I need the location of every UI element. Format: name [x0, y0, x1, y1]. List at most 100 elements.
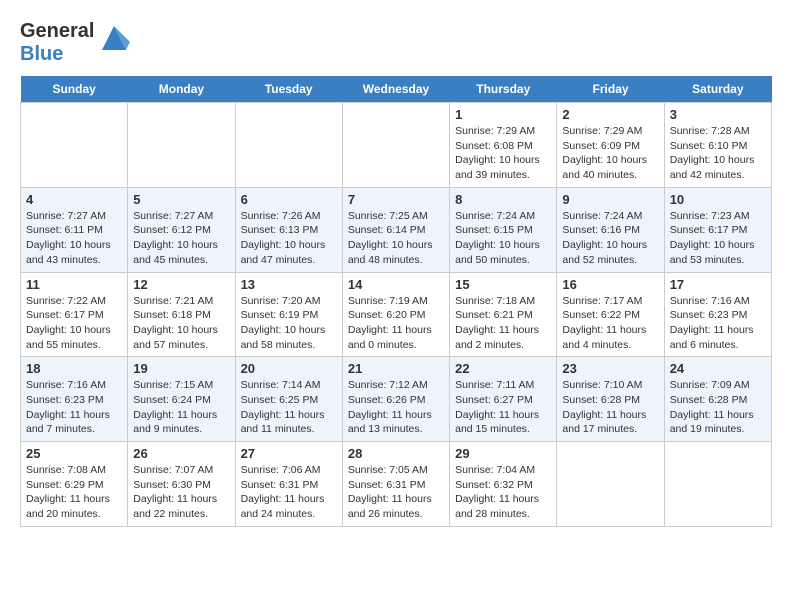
calendar-header-monday: Monday [128, 76, 235, 103]
day-number: 21 [348, 361, 444, 376]
day-number: 3 [670, 107, 766, 122]
day-info: Sunrise: 7:29 AMSunset: 6:08 PMDaylight:… [455, 124, 551, 183]
calendar-cell [128, 103, 235, 188]
day-info: Sunrise: 7:23 AMSunset: 6:17 PMDaylight:… [670, 209, 766, 268]
day-info: Sunrise: 7:17 AMSunset: 6:22 PMDaylight:… [562, 294, 658, 353]
calendar-cell [557, 442, 664, 527]
calendar-cell: 1 Sunrise: 7:29 AMSunset: 6:08 PMDaylight… [450, 103, 557, 188]
day-info: Sunrise: 7:29 AMSunset: 6:09 PMDaylight:… [562, 124, 658, 183]
logo-general: General [20, 20, 94, 42]
day-number: 11 [26, 277, 122, 292]
calendar-cell: 9Sunrise: 7:24 AMSunset: 6:16 PMDaylight… [557, 187, 664, 272]
calendar-header-sunday: Sunday [21, 76, 128, 103]
day-number: 8 [455, 192, 551, 207]
day-number: 7 [348, 192, 444, 207]
day-number: 5 [133, 192, 229, 207]
calendar-cell: 27 Sunrise: 7:06 AMSunset: 6:31 PMDayligh… [235, 442, 342, 527]
day-info: Sunrise: 7:16 AMSunset: 6:23 PMDaylight:… [670, 294, 766, 353]
day-number: 26 [133, 446, 229, 461]
calendar-cell [235, 103, 342, 188]
day-number: 10 [670, 192, 766, 207]
day-info: Sunrise: 7:25 AMSunset: 6:14 PMDaylight:… [348, 209, 444, 268]
day-info: Sunrise: 7:27 AMSunset: 6:12 PMDaylight:… [133, 209, 229, 268]
day-number: 17 [670, 277, 766, 292]
day-info: Sunrise: 7:19 AMSunset: 6:20 PMDaylight:… [348, 294, 444, 353]
calendar-cell: 24 Sunrise: 7:09 AMSunset: 6:28 PMDayligh… [664, 357, 771, 442]
calendar-cell: 12 Sunrise: 7:21 AMSunset: 6:18 PMDayligh… [128, 272, 235, 357]
day-info: Sunrise: 7:12 AMSunset: 6:26 PMDaylight:… [348, 378, 444, 437]
day-number: 22 [455, 361, 551, 376]
calendar-table: SundayMondayTuesdayWednesdayThursdayFrid… [20, 76, 772, 527]
calendar-cell: 15Sunrise: 7:18 AMSunset: 6:21 PMDayligh… [450, 272, 557, 357]
calendar-header-saturday: Saturday [664, 76, 771, 103]
calendar-cell: 21 Sunrise: 7:12 AMSunset: 6:26 PMDayligh… [342, 357, 449, 442]
calendar-cell: 18 Sunrise: 7:16 AMSunset: 6:23 PMDayligh… [21, 357, 128, 442]
calendar-cell: 19Sunrise: 7:15 AMSunset: 6:24 PMDayligh… [128, 357, 235, 442]
day-info: Sunrise: 7:28 AMSunset: 6:10 PMDaylight:… [670, 124, 766, 183]
day-info: Sunrise: 7:27 AMSunset: 6:11 PMDaylight:… [26, 209, 122, 268]
calendar-cell: 10 Sunrise: 7:23 AMSunset: 6:17 PMDayligh… [664, 187, 771, 272]
calendar-cell: 11Sunrise: 7:22 AMSunset: 6:17 PMDayligh… [21, 272, 128, 357]
day-number: 24 [670, 361, 766, 376]
calendar-cell: 28 Sunrise: 7:05 AMSunset: 6:31 PMDayligh… [342, 442, 449, 527]
day-number: 25 [26, 446, 122, 461]
day-info: Sunrise: 7:16 AMSunset: 6:23 PMDaylight:… [26, 378, 122, 437]
calendar-cell: 13 Sunrise: 7:20 AMSunset: 6:19 PMDayligh… [235, 272, 342, 357]
day-info: Sunrise: 7:26 AMSunset: 6:13 PMDaylight:… [241, 209, 337, 268]
calendar-week-2: 4 Sunrise: 7:27 AMSunset: 6:11 PMDaylight… [21, 187, 772, 272]
day-number: 15 [455, 277, 551, 292]
day-number: 16 [562, 277, 658, 292]
day-number: 27 [241, 446, 337, 461]
day-info: Sunrise: 7:04 AMSunset: 6:32 PMDaylight:… [455, 463, 551, 522]
calendar-cell [342, 103, 449, 188]
day-number: 29 [455, 446, 551, 461]
day-info: Sunrise: 7:20 AMSunset: 6:19 PMDaylight:… [241, 294, 337, 353]
calendar-cell: 23 Sunrise: 7:10 AMSunset: 6:28 PMDayligh… [557, 357, 664, 442]
day-info: Sunrise: 7:24 AMSunset: 6:16 PMDaylight:… [562, 209, 658, 268]
day-number: 12 [133, 277, 229, 292]
day-info: Sunrise: 7:21 AMSunset: 6:18 PMDaylight:… [133, 294, 229, 353]
calendar-cell: 2 Sunrise: 7:29 AMSunset: 6:09 PMDaylight… [557, 103, 664, 188]
calendar-cell [664, 442, 771, 527]
calendar-cell: 17 Sunrise: 7:16 AMSunset: 6:23 PMDayligh… [664, 272, 771, 357]
logo-icon [98, 22, 130, 54]
day-number: 23 [562, 361, 658, 376]
day-info: Sunrise: 7:10 AMSunset: 6:28 PMDaylight:… [562, 378, 658, 437]
calendar-cell: 6 Sunrise: 7:26 AMSunset: 6:13 PMDaylight… [235, 187, 342, 272]
logo: General Blue [20, 20, 130, 66]
calendar-header-row: SundayMondayTuesdayWednesdayThursdayFrid… [21, 76, 772, 103]
day-number: 28 [348, 446, 444, 461]
calendar-week-5: 25 Sunrise: 7:08 AMSunset: 6:29 PMDayligh… [21, 442, 772, 527]
day-number: 20 [241, 361, 337, 376]
day-number: 2 [562, 107, 658, 122]
calendar-cell: 5 Sunrise: 7:27 AMSunset: 6:12 PMDaylight… [128, 187, 235, 272]
day-info: Sunrise: 7:06 AMSunset: 6:31 PMDaylight:… [241, 463, 337, 522]
calendar-header-friday: Friday [557, 76, 664, 103]
day-number: 18 [26, 361, 122, 376]
calendar-header-thursday: Thursday [450, 76, 557, 103]
calendar-cell [21, 103, 128, 188]
calendar-cell: 29 Sunrise: 7:04 AMSunset: 6:32 PMDayligh… [450, 442, 557, 527]
calendar-cell: 3 Sunrise: 7:28 AMSunset: 6:10 PMDaylight… [664, 103, 771, 188]
day-info: Sunrise: 7:11 AMSunset: 6:27 PMDaylight:… [455, 378, 551, 437]
logo-text: General Blue [20, 20, 94, 66]
day-number: 1 [455, 107, 551, 122]
calendar-cell: 25 Sunrise: 7:08 AMSunset: 6:29 PMDayligh… [21, 442, 128, 527]
calendar-cell: 8 Sunrise: 7:24 AMSunset: 6:15 PMDaylight… [450, 187, 557, 272]
day-info: Sunrise: 7:09 AMSunset: 6:28 PMDaylight:… [670, 378, 766, 437]
day-info: Sunrise: 7:05 AMSunset: 6:31 PMDaylight:… [348, 463, 444, 522]
day-info: Sunrise: 7:07 AMSunset: 6:30 PMDaylight:… [133, 463, 229, 522]
day-number: 6 [241, 192, 337, 207]
day-info: Sunrise: 7:24 AMSunset: 6:15 PMDaylight:… [455, 209, 551, 268]
calendar-header-tuesday: Tuesday [235, 76, 342, 103]
day-number: 19 [133, 361, 229, 376]
calendar-header-wednesday: Wednesday [342, 76, 449, 103]
day-number: 14 [348, 277, 444, 292]
day-number: 4 [26, 192, 122, 207]
page-header: General Blue [20, 20, 772, 66]
calendar-cell: 22 Sunrise: 7:11 AMSunset: 6:27 PMDayligh… [450, 357, 557, 442]
calendar-cell: 26 Sunrise: 7:07 AMSunset: 6:30 PMDayligh… [128, 442, 235, 527]
day-info: Sunrise: 7:08 AMSunset: 6:29 PMDaylight:… [26, 463, 122, 522]
calendar-cell: 7 Sunrise: 7:25 AMSunset: 6:14 PMDaylight… [342, 187, 449, 272]
day-number: 13 [241, 277, 337, 292]
